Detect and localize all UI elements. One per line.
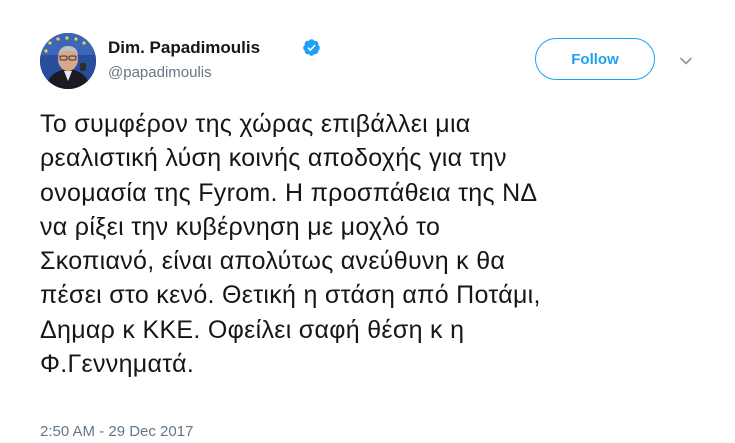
- tweet-text-line: Δημαρ κ ΚΚΕ. Οφείλει σαφή θέση κ η: [40, 315, 465, 344]
- follow-button[interactable]: Follow: [535, 38, 655, 80]
- profile-photo-icon: [40, 33, 96, 89]
- chevron-down-icon[interactable]: [677, 52, 695, 70]
- tweet-text-line: Το συμφέρον της χώρας επιβάλλει μια: [40, 110, 471, 138]
- tweet-text-line: Φ.Γεννηματά.: [40, 350, 195, 379]
- tweet-text-line: Σκοπιανό, είναι απολύτως ανεύθυνη κ θα: [40, 247, 506, 276]
- tweet-text-line: να ρίξει την κυβέρνηση με μοχλό το: [40, 212, 441, 241]
- avatar[interactable]: [40, 33, 96, 89]
- verified-badge-icon: [303, 39, 320, 56]
- tweet-timestamp[interactable]: 2:50 AM - 29 Dec 2017: [40, 423, 193, 440]
- tweet-text-line: πέσει στο κενό. Θετική η στάση από Ποτάμ…: [40, 281, 541, 310]
- tweet-text-line: ρεαλιστική λύση κοινής αποδοχής για την: [40, 144, 507, 173]
- tweet-text-line: ονομασία της Fyrom. Η προσπάθεια της ΝΔ: [40, 178, 538, 207]
- user-handle[interactable]: @papadimoulis: [108, 64, 212, 81]
- display-name[interactable]: Dim. Papadimoulis: [108, 38, 260, 58]
- tweet-text: Το συμφέρον της χώρας επιβάλλει μια ρεαλ…: [40, 107, 730, 381]
- tweet-card: Dim. Papadimoulis @papadimoulis Follow Τ…: [0, 0, 735, 443]
